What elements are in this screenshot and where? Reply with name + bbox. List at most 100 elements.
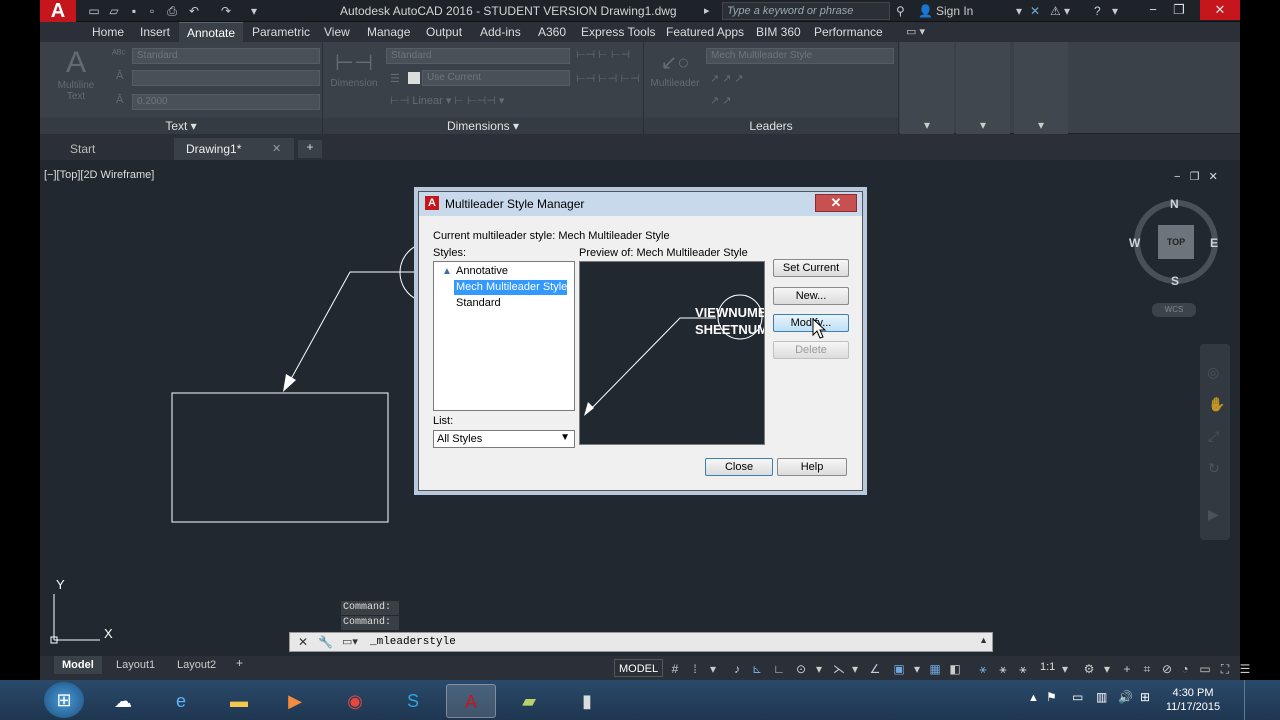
compass-east-label[interactable]: E xyxy=(1210,236,1218,250)
zoom-extents-icon[interactable]: ⤢ xyxy=(1208,428,1219,445)
style-preview-pane: VIEWNUMB SHEETNUM xyxy=(579,261,765,445)
list-label: List: xyxy=(433,415,454,427)
clean-screen-icon[interactable]: ⛶ xyxy=(1216,660,1234,678)
close-button[interactable]: Close xyxy=(705,458,773,476)
list-filter-dropdown[interactable]: All Styles ▼ xyxy=(433,430,575,448)
isolate-objects-icon[interactable]: ▭ xyxy=(1196,660,1214,678)
ucs-y-label: Y xyxy=(56,577,65,592)
show-desktop-button[interactable] xyxy=(1244,680,1280,720)
snap-icon[interactable]: ⁞ xyxy=(686,660,704,678)
showmotion-icon[interactable]: ▶ xyxy=(1208,506,1219,523)
style-item-annotative[interactable]: Annotative xyxy=(454,264,508,279)
steering-wheel-icon[interactable]: ◎ xyxy=(1207,364,1219,381)
transparency-icon[interactable]: ◧ xyxy=(946,660,964,678)
leader-arrowhead xyxy=(283,374,296,392)
layout-tab-layout2[interactable]: Layout2 xyxy=(169,656,224,674)
navigation-bar[interactable]: ◎ ✋ ⤢ ↻ ▶ xyxy=(1200,344,1230,540)
polar-tracking-icon[interactable]: ⊙ xyxy=(792,660,810,678)
compass-west-label[interactable]: W xyxy=(1129,236,1140,250)
dynamic-input-icon[interactable]: ⊾ xyxy=(748,660,766,678)
lineweight-icon[interactable]: ▦ xyxy=(926,660,944,678)
set-current-button[interactable]: Set Current xyxy=(773,259,849,277)
scale-dropdown-icon[interactable]: ▾ xyxy=(1056,660,1074,678)
drawn-rectangle xyxy=(171,392,389,523)
command-history-line: Command: xyxy=(341,601,399,615)
clock-date: 11/17/2015 xyxy=(1165,701,1221,713)
ucs-x-label: X xyxy=(104,626,113,641)
help-button[interactable]: Help xyxy=(777,458,847,476)
dialog-close-icon[interactable]: ✕ xyxy=(815,194,857,212)
preview-graphic xyxy=(584,294,763,416)
ortho-icon[interactable]: ∟ xyxy=(770,660,788,678)
workspace-dropdown-icon[interactable]: ▾ xyxy=(1098,660,1116,678)
dialog-title-bar[interactable]: A Multileader Style Manager ✕ xyxy=(419,192,862,216)
object-snap-icon[interactable]: ▣ xyxy=(890,660,908,678)
annotative-icon: ▲ xyxy=(442,266,452,277)
video-recorder-icon[interactable]: ▮ xyxy=(562,684,612,718)
style-item-standard[interactable]: Standard xyxy=(454,296,501,311)
status-bar: Model Layout1 Layout2 + MODEL # ⁞ ▾ ♪ ⊾ … xyxy=(40,656,1250,680)
annotation-monitor-icon[interactable]: + xyxy=(1118,660,1136,678)
hardware-acceleration-icon[interactable]: ◔ xyxy=(1176,660,1194,678)
command-input[interactable]: _mleaderstyle xyxy=(370,636,456,648)
dropdown-arrow-icon: ▼ xyxy=(560,432,570,443)
compass-north-label[interactable]: N xyxy=(1170,197,1179,211)
close-command-line-icon[interactable]: ✕ xyxy=(298,635,308,649)
delete-style-button[interactable]: Delete xyxy=(773,341,849,359)
media-player-icon[interactable]: ▶ xyxy=(270,684,320,718)
preview-text-line2: SHEETNUM xyxy=(695,322,765,337)
command-line[interactable]: ✕ 🔧 ▭▾ _mleaderstyle ▲ xyxy=(289,632,993,652)
model-space-toggle[interactable]: MODEL xyxy=(614,659,664,677)
skype-icon[interactable]: S xyxy=(388,684,438,718)
pan-icon[interactable]: ✋ xyxy=(1208,396,1225,413)
annotation-scale-value[interactable]: 1:1 xyxy=(1040,661,1055,673)
customization-menu-icon[interactable]: ☰ xyxy=(1236,660,1254,678)
object-snap-dropdown-icon[interactable]: ▾ xyxy=(908,660,926,678)
network-icon[interactable]: ▥ xyxy=(1096,690,1107,704)
preview-text-line1: VIEWNUMB xyxy=(695,305,765,320)
map-app-icon[interactable]: ▰ xyxy=(504,684,554,718)
internet-explorer-icon[interactable]: e xyxy=(156,684,206,718)
tray-overflow-icon[interactable]: ▲ xyxy=(1028,692,1039,704)
workspace-gear-icon[interactable]: ⚙ xyxy=(1080,660,1098,678)
annotation-visibility-icon[interactable]: ⚹ xyxy=(974,660,992,678)
isodraft-dropdown-icon[interactable]: ▾ xyxy=(846,660,864,678)
styles-listbox[interactable]: ▲ Annotative Mech Multileader Style Stan… xyxy=(433,261,575,411)
auto-scale-icon[interactable]: ⚹ xyxy=(994,660,1012,678)
file-explorer-icon[interactable]: ▬ xyxy=(214,684,264,718)
ucs-menu[interactable]: WCS xyxy=(1152,303,1196,317)
viewcube-top-face[interactable]: TOP xyxy=(1158,225,1194,259)
infer-constraints-icon[interactable]: ♪ xyxy=(728,660,746,678)
taskbar-app-icon[interactable]: ☁ xyxy=(98,684,148,718)
compass-south-label[interactable]: S xyxy=(1171,274,1179,288)
chrome-icon[interactable]: ◉ xyxy=(330,684,380,718)
snap-dropdown-icon[interactable]: ▾ xyxy=(704,660,722,678)
system-clock[interactable]: 4:30 PM 11/17/2015 xyxy=(1162,686,1224,714)
style-item-mech-multileader[interactable]: Mech Multileader Style xyxy=(454,280,568,295)
layout-tab-layout1[interactable]: Layout1 xyxy=(108,656,163,674)
autocad-taskbar-icon[interactable]: A xyxy=(446,684,496,718)
orbit-icon[interactable]: ↻ xyxy=(1208,460,1220,477)
multileader-style-manager-dialog: A Multileader Style Manager ✕ Current mu… xyxy=(418,191,863,491)
windows-taskbar: ⊞ ☁ e ▬ ▶ ◉ S A ▰ ▮ ▲ ⚑ ▭ ▥ 🔊 ⊞ xyxy=(0,680,1280,720)
volume-icon[interactable]: 🔊 xyxy=(1118,690,1133,704)
tray-app-icon[interactable]: ▭ xyxy=(1072,690,1083,704)
units-icon[interactable]: ⌗ xyxy=(1138,660,1156,678)
grid-icon[interactable]: # xyxy=(666,660,684,678)
layout-tab-model[interactable]: Model xyxy=(54,656,102,674)
start-button-icon[interactable]: ⊞ xyxy=(44,682,84,718)
command-history-toggle-icon[interactable]: ▲ xyxy=(979,635,988,645)
quick-properties-icon[interactable]: ⊘ xyxy=(1158,660,1176,678)
windows-flag-icon[interactable]: ⊞ xyxy=(1140,690,1150,704)
object-snap-tracking-icon[interactable]: ∠ xyxy=(866,660,884,678)
mouse-cursor-icon xyxy=(812,318,827,339)
action-center-icon[interactable]: ⚑ xyxy=(1046,690,1057,704)
polar-dropdown-icon[interactable]: ▾ xyxy=(810,660,828,678)
command-prompt-icon[interactable]: ▭▾ xyxy=(342,635,358,648)
new-style-button[interactable]: New... xyxy=(773,287,849,305)
customize-command-icon[interactable]: 🔧 xyxy=(318,635,333,649)
add-layout-icon[interactable]: + xyxy=(236,656,243,670)
annotation-scale-icon[interactable]: ⚹ xyxy=(1014,660,1032,678)
leader-line xyxy=(285,271,418,389)
command-history-line: Command: xyxy=(341,616,399,630)
